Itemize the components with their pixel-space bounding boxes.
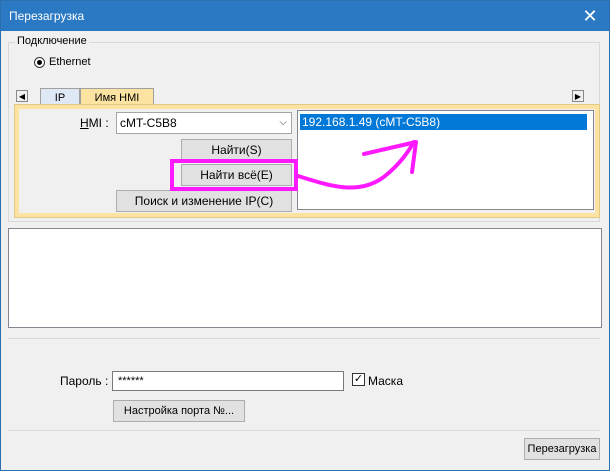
reboot-button[interactable]: Перезагрузка — [524, 438, 600, 460]
password-label: Пароль : — [60, 374, 109, 388]
window-title: Перезагрузка — [9, 9, 85, 23]
chevron-down-icon[interactable]: ⌵ — [279, 113, 287, 133]
hmi-select[interactable]: cMT-C5B8 ⌵ — [116, 112, 292, 134]
search-change-ip-button[interactable]: Поиск и изменение IP(C) — [116, 190, 292, 212]
hmi-select-value: cMT-C5B8 — [120, 116, 177, 130]
log-output — [8, 228, 602, 328]
hmi-label-text: MI : — [88, 116, 109, 130]
device-list[interactable]: 192.168.1.49 (cMT-C5B8) — [297, 110, 594, 210]
hmi-label-accelerator: H — [80, 116, 89, 130]
find-button[interactable]: Найти(S) — [181, 139, 292, 161]
annotation-highlight-box — [170, 159, 298, 191]
footer-divider — [8, 430, 600, 431]
hmi-label: HMI : — [80, 116, 109, 130]
close-icon[interactable]: ✕ — [579, 5, 601, 27]
tab-scroll-left-icon[interactable]: ◀ — [16, 90, 28, 102]
mask-label: Маска — [368, 374, 403, 388]
connection-legend: Подключение — [15, 35, 89, 47]
ethernet-radio[interactable] — [34, 56, 45, 68]
list-item[interactable]: 192.168.1.49 (cMT-C5B8) — [300, 114, 587, 130]
port-settings-button[interactable]: Настройка порта №... — [113, 400, 245, 422]
mask-checkbox[interactable]: ✓ — [352, 373, 365, 386]
ethernet-label: Ethernet — [49, 56, 91, 68]
tab-scroll-right-icon[interactable]: ▶ — [572, 90, 584, 102]
ethernet-radio-row[interactable]: Ethernet — [34, 56, 91, 68]
title-bar: Перезагрузка ✕ — [1, 1, 609, 31]
password-field[interactable]: ****** — [112, 371, 344, 391]
